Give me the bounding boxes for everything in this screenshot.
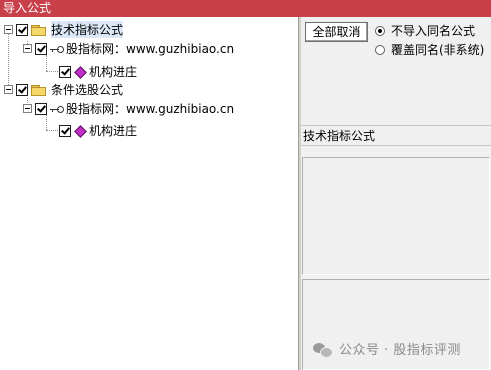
- source-checkbox[interactable]: [35, 42, 47, 55]
- radio-overwrite-label[interactable]: 覆盖同名(非系统): [391, 41, 484, 58]
- divider: [301, 125, 491, 126]
- collapse-toggle-icon[interactable]: [4, 25, 13, 34]
- collapse-toggle-icon[interactable]: [4, 85, 13, 94]
- wechat-logo-icon: [313, 341, 333, 358]
- formula-label[interactable]: 机构进庄: [89, 63, 137, 80]
- tree-node-group[interactable]: 条件选股公式: [4, 80, 123, 99]
- group-label[interactable]: 条件选股公式: [51, 81, 123, 98]
- formula-checkbox[interactable]: [59, 124, 71, 137]
- source-label[interactable]: 股指标网：www.guzhibiao.cn: [66, 40, 234, 57]
- key-icon: [50, 104, 64, 114]
- group-checkbox[interactable]: [16, 83, 28, 96]
- folder-icon: [31, 24, 47, 36]
- watermark-text: 公众号 · 股指标评测: [339, 343, 461, 358]
- section-label: 技术指标公式: [303, 129, 376, 143]
- radio-unselected-icon[interactable]: [375, 44, 385, 55]
- formula-checkbox[interactable]: [59, 65, 71, 78]
- collapse-toggle-icon[interactable]: [23, 44, 32, 53]
- formula-gem-icon: [74, 66, 86, 78]
- radio-overwrite-duplicates[interactable]: 覆盖同名(非系统): [375, 41, 484, 58]
- tree-connector: [46, 71, 58, 72]
- source-label[interactable]: 股指标网：www.guzhibiao.cn: [66, 100, 234, 117]
- group-label[interactable]: 技术指标公式: [51, 21, 124, 38]
- formula-label[interactable]: 机构进庄: [89, 122, 137, 139]
- window-title: 导入公式: [0, 0, 491, 17]
- deselect-all-button[interactable]: 全部取消: [305, 22, 368, 42]
- collapse-toggle-icon[interactable]: [23, 104, 32, 113]
- tree-connector: [46, 130, 58, 131]
- formula-tree[interactable]: 技术指标公式 股指标网：www.guzhibiao.cn 机构进庄 条件选股公式…: [0, 17, 298, 370]
- source-checkbox[interactable]: [35, 102, 47, 115]
- tree-node-formula[interactable]: 机构进庄: [59, 121, 137, 140]
- tree-node-source[interactable]: 股指标网：www.guzhibiao.cn: [23, 39, 234, 58]
- formula-info-panel: [302, 157, 490, 275]
- key-icon: [50, 44, 64, 54]
- watermark: 公众号 · 股指标评测: [313, 339, 461, 358]
- tree-node-group[interactable]: 技术指标公式: [4, 20, 124, 39]
- group-checkbox[interactable]: [16, 23, 28, 36]
- radio-skip-label[interactable]: 不导入同名公式: [391, 22, 475, 39]
- options-pane: 全部取消 不导入同名公式 覆盖同名(非系统) 技术指标公式: [301, 17, 491, 370]
- tree-node-source[interactable]: 股指标网：www.guzhibiao.cn: [23, 99, 234, 118]
- folder-icon: [31, 84, 47, 96]
- divider: [301, 145, 491, 146]
- formula-gem-icon: [74, 125, 86, 137]
- radio-selected-icon[interactable]: [375, 25, 385, 36]
- tree-node-formula[interactable]: 机构进庄: [59, 62, 137, 81]
- radio-skip-duplicates[interactable]: 不导入同名公式: [375, 22, 475, 39]
